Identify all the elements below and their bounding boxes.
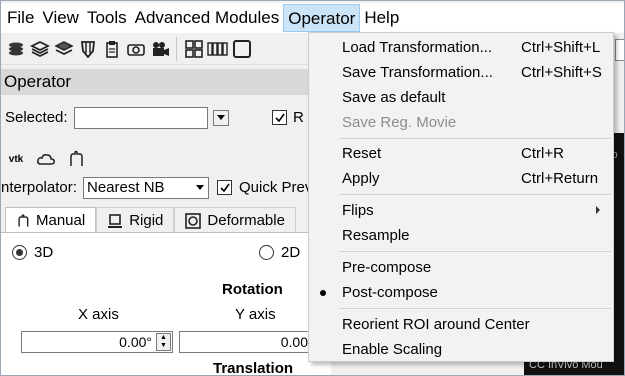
hand-icon xyxy=(18,213,29,226)
menu-item-post-compose[interactable]: Post-compose xyxy=(309,280,613,305)
checkmark-icon xyxy=(274,113,285,122)
checkmark-icon xyxy=(219,183,230,192)
hand-icon[interactable] xyxy=(65,149,87,169)
radio-selected-dot xyxy=(16,249,23,256)
menu-item-load-transformation[interactable]: Load Transformation... Ctrl+Shift+L xyxy=(309,35,613,60)
layers-icon[interactable] xyxy=(5,37,27,61)
menu-item-save-as-default[interactable]: Save as default xyxy=(309,85,613,110)
radio-2d-label: 2D xyxy=(281,244,301,261)
clipboard-icon[interactable] xyxy=(101,37,123,61)
menu-separator xyxy=(339,251,611,252)
tab-deformable[interactable]: Deformable xyxy=(174,207,296,233)
tab-manual-label: Manual xyxy=(36,212,86,229)
tab-rigid-label: Rigid xyxy=(129,212,164,229)
menu-separator xyxy=(339,308,611,309)
layers-icon[interactable] xyxy=(29,37,51,61)
menu-help[interactable]: Help xyxy=(360,4,403,32)
menu-item-resample[interactable]: Resample xyxy=(309,223,613,248)
operator-tabs: Manual Rigid Deformable xyxy=(5,207,296,233)
quick-preview-label: Quick Prev xyxy=(239,179,313,196)
menu-item-flips[interactable]: Flips xyxy=(309,198,613,223)
checked-bullet-icon xyxy=(320,290,326,296)
menu-item-reorient-roi[interactable]: Reorient ROI around Center xyxy=(309,312,613,337)
radio-3d[interactable] xyxy=(12,245,27,260)
submenu-arrow-icon xyxy=(596,206,600,214)
tab-deformable-label: Deformable xyxy=(207,212,285,229)
rotation-label: Rotation xyxy=(222,281,283,298)
r-checkbox-label: R xyxy=(293,109,304,126)
menu-separator xyxy=(339,194,611,195)
video-icon[interactable] xyxy=(149,37,171,61)
viewer-control[interactable] xyxy=(615,39,624,61)
vtk-icon[interactable]: vtk xyxy=(5,149,27,169)
menu-view[interactable]: View xyxy=(38,4,83,32)
r-checkbox[interactable] xyxy=(272,110,287,125)
chevron-down-icon xyxy=(196,185,204,190)
menu-item-save-transformation[interactable]: Save Transformation... Ctrl+Shift+S xyxy=(309,60,613,85)
menubar: File View Tools Advanced Modules Operato… xyxy=(1,3,624,33)
menu-item-save-reg-movie: Save Reg. Movie xyxy=(342,114,457,131)
app-window: File View Tools Advanced Modules Operato… xyxy=(0,0,625,376)
shield-icon[interactable] xyxy=(77,37,99,61)
menu-item-apply[interactable]: Apply Ctrl+Return xyxy=(309,166,613,191)
square-icon[interactable] xyxy=(231,37,253,61)
menu-advanced-modules[interactable]: Advanced Modules xyxy=(131,4,284,32)
interpolator-value: Nearest NB xyxy=(87,179,165,196)
y-rotation-spinbox[interactable]: 0.00 xyxy=(179,331,319,353)
radio-2d[interactable] xyxy=(259,245,274,260)
operator-panel-title: Operator xyxy=(1,69,331,95)
y-axis-label: Y axis xyxy=(235,306,276,323)
selected-combo[interactable] xyxy=(74,107,208,129)
interpolator-select[interactable]: Nearest NB xyxy=(83,177,209,199)
x-rotation-value: 0.00° xyxy=(119,334,152,350)
selected-label: Selected: xyxy=(5,109,68,126)
rigid-icon xyxy=(108,213,123,228)
columns-icon[interactable] xyxy=(207,37,229,61)
tab-manual[interactable]: Manual xyxy=(5,207,97,233)
grid-icon[interactable] xyxy=(183,37,205,61)
radio-3d-label: 3D xyxy=(34,244,54,261)
deformable-icon xyxy=(185,212,202,229)
menu-item-pre-compose[interactable]: Pre-compose xyxy=(309,255,613,280)
tab-rigid[interactable]: Rigid xyxy=(96,207,175,233)
camera-icon[interactable] xyxy=(125,37,147,61)
chevron-down-icon xyxy=(217,115,225,120)
menu-separator xyxy=(339,138,611,139)
menu-operator[interactable]: Operator xyxy=(283,4,361,32)
cloud-icon[interactable] xyxy=(35,149,57,169)
x-axis-label: X axis xyxy=(78,306,119,323)
menu-file[interactable]: File xyxy=(3,4,38,32)
y-rotation-value: 0.00 xyxy=(280,334,308,350)
x-rotation-spinbox[interactable]: 0.00° ▲ ▼ xyxy=(21,331,173,353)
toolbar-separator xyxy=(176,36,178,61)
operator-menu: Load Transformation... Ctrl+Shift+L Save… xyxy=(308,32,614,362)
menu-item-reset[interactable]: Reset Ctrl+R xyxy=(309,141,613,166)
selected-dropdown-button[interactable] xyxy=(213,110,229,126)
spin-arrows[interactable]: ▲ ▼ xyxy=(156,333,171,351)
translation-label: Translation xyxy=(213,360,294,376)
vtk-label: vtk xyxy=(8,153,24,165)
menu-item-enable-scaling[interactable]: Enable Scaling xyxy=(309,337,613,362)
menu-tools[interactable]: Tools xyxy=(83,4,131,32)
interpolator-label: nterpolator: xyxy=(1,179,77,196)
quick-preview-checkbox[interactable] xyxy=(217,180,232,195)
layers-icon[interactable] xyxy=(53,37,75,61)
